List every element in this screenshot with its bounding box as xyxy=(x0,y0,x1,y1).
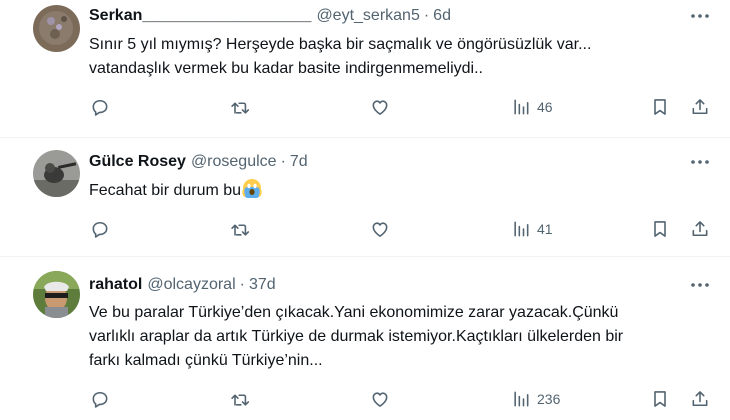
tweet-text-line: varlıklı araplar da artık Türkiye de dur… xyxy=(89,328,624,345)
tweet-text-line: farkı kalmadı çünkü Türkiye’nin... xyxy=(89,352,323,369)
separator-dot: · xyxy=(280,153,286,170)
tweet-header: Gülce Rosey @rosegulce · 7d xyxy=(89,152,308,172)
bookmark-icon xyxy=(654,99,666,115)
retweet-button[interactable] xyxy=(230,386,250,412)
display-name[interactable]: Serkan___________________ xyxy=(89,7,311,24)
reply-icon xyxy=(92,99,108,116)
tweet-text-line: Ve bu paralar Türkiye’den çıkacak.Yani e… xyxy=(89,304,619,321)
separator-dot: · xyxy=(423,7,430,24)
views-count: 41 xyxy=(537,221,553,237)
reply-button[interactable] xyxy=(90,94,110,120)
share-icon xyxy=(692,99,708,115)
views-count: 236 xyxy=(537,391,561,407)
like-button[interactable] xyxy=(370,94,390,120)
tweet-text-line: Fecahat bir durum bu xyxy=(89,178,714,203)
heart-icon xyxy=(372,392,388,407)
share-icon xyxy=(692,221,708,237)
tweet-text-content: Fecahat bir durum bu xyxy=(89,182,242,199)
tweet-header: rahatol @olcayzoral · 37d xyxy=(89,275,276,295)
timestamp[interactable]: 37d xyxy=(249,276,276,293)
share-button[interactable] xyxy=(690,216,710,242)
reply-icon xyxy=(92,221,108,238)
tweet-text: Ve bu paralar Türkiye’den çıkacak.Yani e… xyxy=(89,301,714,373)
bookmark-icon xyxy=(654,221,666,237)
separator-dot: · xyxy=(239,276,245,293)
display-name[interactable]: rahatol xyxy=(89,276,142,293)
bookmark-button[interactable] xyxy=(650,94,670,120)
reply-icon xyxy=(92,391,108,408)
reply-button[interactable] xyxy=(90,216,110,242)
views-chart-icon xyxy=(514,221,529,237)
views-count: 46 xyxy=(537,99,553,115)
timestamp[interactable]: 6d xyxy=(433,7,451,24)
reply-feed: Serkan___________________ @eyt_serkan5 · 6d… xyxy=(0,0,730,420)
tweet-text: Sınır 5 yıl mıymış? Herşeyde başka bir s… xyxy=(89,33,714,81)
bookmark-icon xyxy=(654,391,666,407)
action-bar: 46 xyxy=(80,94,720,120)
heart-icon xyxy=(372,100,388,115)
share-icon xyxy=(692,391,708,407)
user-handle[interactable]: @eyt_serkan5 xyxy=(316,7,419,24)
like-button[interactable] xyxy=(370,216,390,242)
more-dots-icon[interactable] xyxy=(688,152,712,172)
share-button[interactable] xyxy=(690,94,710,120)
share-button[interactable] xyxy=(690,386,710,412)
views-button[interactable]: 41 xyxy=(511,216,553,242)
avatar[interactable] xyxy=(33,5,80,52)
retweet-icon xyxy=(231,224,250,236)
timestamp[interactable]: 7d xyxy=(290,153,308,170)
like-button[interactable] xyxy=(370,386,390,412)
views-button[interactable]: 46 xyxy=(511,94,553,120)
reply-button[interactable] xyxy=(90,386,110,412)
user-handle[interactable]: @rosegulce xyxy=(191,153,277,170)
action-bar: 236 xyxy=(80,386,720,412)
views-chart-icon xyxy=(514,99,529,115)
views-chart-icon xyxy=(514,391,529,407)
retweet-icon xyxy=(231,394,250,406)
bookmark-button[interactable] xyxy=(650,386,670,412)
tweet[interactable]: Serkan___________________ @eyt_serkan5 · 6d… xyxy=(0,0,730,130)
views-button[interactable]: 236 xyxy=(511,386,560,412)
tweet-text: Fecahat bir durum bu xyxy=(89,178,714,203)
heart-icon xyxy=(372,222,388,237)
more-dots-icon[interactable] xyxy=(688,6,712,26)
screaming-face-emoji xyxy=(242,179,262,198)
action-bar: 41 xyxy=(80,216,720,242)
display-name[interactable]: Gülce Rosey xyxy=(89,153,186,170)
user-handle[interactable]: @olcayzoral xyxy=(147,276,235,293)
retweet-button[interactable] xyxy=(230,216,250,242)
retweet-button[interactable] xyxy=(230,94,250,120)
tweet-text-line: vatandaşlık vermek bu kadar basite indir… xyxy=(89,60,483,77)
avatar[interactable] xyxy=(33,150,80,197)
tweet[interactable]: rahatol @olcayzoral · 37d Ve bu paralar Tür… xyxy=(0,257,730,420)
retweet-icon xyxy=(231,102,250,114)
more-dots-icon[interactable] xyxy=(688,275,712,295)
tweet[interactable]: Gülce Rosey @rosegulce · 7d Fecahat bir dur… xyxy=(0,138,730,256)
tweet-header: Serkan___________________ @eyt_serkan5 · 6d xyxy=(89,6,451,26)
avatar[interactable] xyxy=(33,271,80,318)
tweet-text-line: Sınır 5 yıl mıymış? Herşeyde başka bir s… xyxy=(89,36,592,53)
bookmark-button[interactable] xyxy=(650,216,670,242)
